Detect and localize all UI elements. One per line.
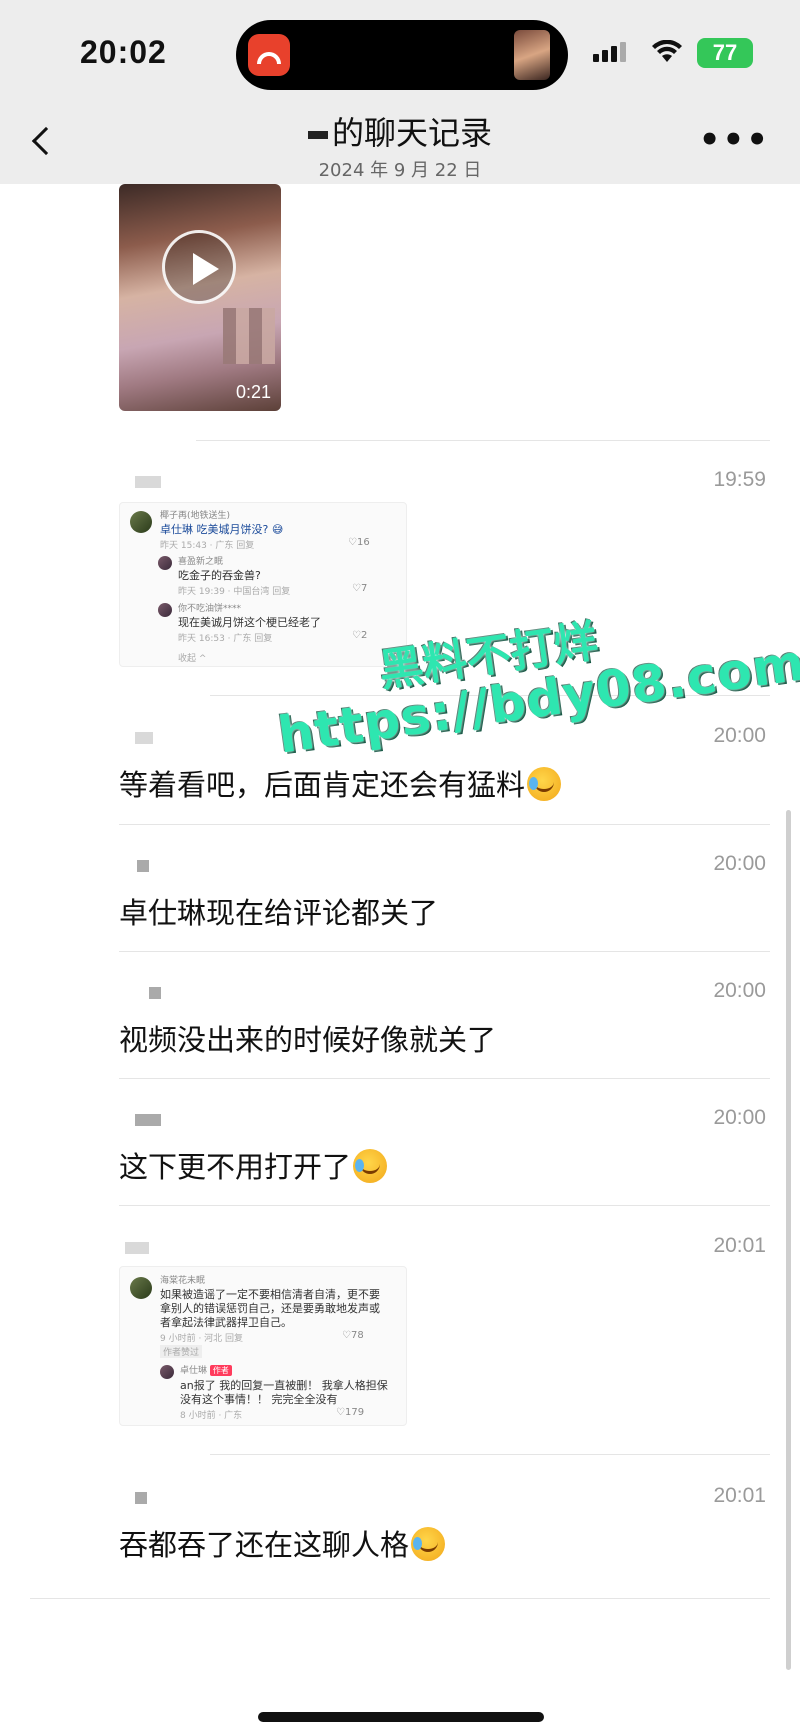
list-item: 20:00 视频没出来的时候好像就关了 (119, 979, 770, 1087)
comment-text: 者拿起法律武器捍卫自己。 (160, 1316, 292, 1329)
message-time: 20:00 (713, 979, 766, 1002)
dynamic-island[interactable] (236, 20, 568, 90)
redacted-sender (137, 860, 149, 872)
message-time: 20:01 (713, 1234, 766, 1257)
play-icon[interactable] (162, 230, 236, 304)
divider (119, 1205, 770, 1206)
app-icon (248, 34, 290, 76)
mosaic-blur (223, 308, 275, 364)
comment-text: 卓仕琳 吃美城月饼没? 😅 (160, 523, 284, 536)
divider (119, 824, 770, 825)
message-time: 20:01 (713, 1484, 766, 1507)
avatar (158, 603, 172, 617)
comment-text: 没有这个事情！！ 完完全全没有 (180, 1393, 338, 1406)
message-text: 吞都吞了还在这聊人格 (119, 1522, 446, 1564)
divider (119, 951, 770, 952)
message-time: 20:00 (713, 1106, 766, 1129)
video-message[interactable]: 0:21 (119, 184, 281, 411)
redacted-sender (135, 732, 153, 744)
comment-author: 卓仕琳 作者 (180, 1363, 232, 1376)
back-button[interactable] (22, 116, 62, 166)
comment-author: 椰子再(地铁送生) (160, 511, 231, 521)
title-block: 的聊天记录 2024 年 9 月 22 日 (200, 108, 600, 182)
list-item: 20:00 这下更不用打开了 (119, 1106, 770, 1214)
chat-header: 的聊天记录 2024 年 9 月 22 日 ••• (0, 100, 800, 184)
message-text: 等着看吧，后面肯定还会有猛料 (119, 762, 562, 804)
comment-meta: 昨天 19:39 · 中国台湾 回复 (178, 587, 291, 597)
chat-history: 0:21 19:59 椰子再(地铁送生) 卓仕琳 吃美城月饼没? 😅 昨天 15… (0, 184, 800, 1735)
like-count: ♡16 (348, 537, 370, 548)
signal-icon (593, 42, 626, 62)
battery-icon: 77 (697, 38, 753, 68)
comment-author: 海棠花未眠 (160, 1276, 206, 1286)
video-duration: 0:21 (235, 382, 271, 402)
comment-meta: 昨天 15:43 · 广东 回复 (160, 541, 255, 551)
redacted-sender (149, 987, 161, 999)
scrollbar[interactable] (786, 810, 791, 1670)
comment-text: 现在美诚月饼这个梗已经老了 (178, 616, 321, 629)
message-time: 20:00 (713, 724, 766, 747)
redacted-sender (135, 1492, 147, 1504)
list-item: 20:00 卓仕琳现在给评论都关了 (119, 852, 770, 960)
divider (210, 1454, 770, 1455)
comment-text: 吃金子的吞金兽? (178, 569, 261, 582)
like-count: ♡179 (336, 1407, 365, 1418)
list-item: 20:00 等着看吧，后面肯定还会有猛料 (119, 724, 770, 832)
wifi-icon (652, 40, 682, 62)
crying-laughing-emoji-icon (353, 1149, 388, 1183)
crying-laughing-emoji-icon (527, 767, 562, 801)
comment-meta: 9 小时前 · 河北 回复 (160, 1334, 244, 1344)
divider (30, 1598, 770, 1599)
comment-author: 喜盈新之眠 (178, 557, 224, 567)
avatar (130, 1277, 152, 1299)
message-text: 这下更不用打开了 (119, 1144, 388, 1186)
screenshot-image[interactable]: 椰子再(地铁送生) 卓仕琳 吃美城月饼没? 😅 昨天 15:43 · 广东 回复… (119, 502, 407, 667)
status-time: 20:02 (80, 34, 167, 70)
comment-author: 你不吃油饼**** (178, 604, 242, 614)
message-time: 20:00 (713, 852, 766, 875)
page-title: 的聊天记录 (200, 108, 600, 154)
page-subtitle-date: 2024 年 9 月 22 日 (318, 160, 482, 181)
comment-meta: 8 小时前 · 广东 (180, 1411, 243, 1421)
more-options-button[interactable]: ••• (699, 123, 770, 157)
redacted-sender (135, 476, 161, 488)
message-text: 卓仕琳现在给评论都关了 (119, 896, 439, 930)
collapse-link: 收起 ^ (178, 654, 207, 664)
home-indicator[interactable] (258, 1712, 544, 1722)
author-tag: 作者 (209, 1365, 232, 1376)
divider (119, 1078, 770, 1079)
chevron-left-icon (31, 126, 61, 156)
redacted-name (307, 131, 328, 139)
message-time: 19:59 (713, 468, 766, 491)
crying-laughing-emoji-icon (411, 1527, 446, 1561)
divider (196, 440, 770, 441)
avatar (160, 1365, 174, 1379)
like-count: ♡78 (342, 1330, 364, 1341)
message-text: 视频没出来的时候好像就关了 (119, 1023, 497, 1057)
like-count: ♡7 (352, 583, 368, 594)
thumbnail-image (514, 30, 550, 80)
list-item: 20:01 吞都吞了还在这聊人格 (119, 1484, 770, 1592)
redacted-sender (125, 1242, 149, 1254)
comment-meta: 昨天 16:53 · 广东 回复 (178, 634, 273, 644)
screenshot-image[interactable]: 海棠花未眠 如果被造谣了一定不要相信清者自清，更不要 拿别人的错误惩罚自己，还是… (119, 1266, 407, 1426)
status-bar: 20:02 77 (0, 0, 800, 100)
redacted-sender (135, 1114, 161, 1126)
avatar (158, 556, 172, 570)
liked-by-author-badge: 作者赞过 (160, 1345, 203, 1358)
like-count: ♡2 (352, 630, 368, 641)
avatar (130, 511, 152, 533)
